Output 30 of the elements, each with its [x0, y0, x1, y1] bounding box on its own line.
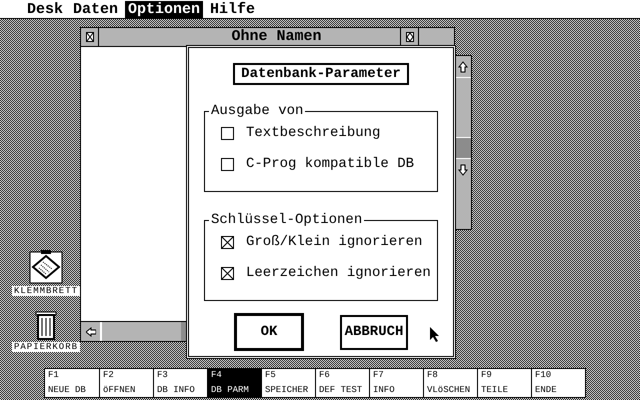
- mouse-pointer-icon: [430, 327, 440, 343]
- checkbox[interactable]: [221, 266, 234, 280]
- dialog-button[interactable]: ABBRUCH: [340, 314, 408, 350]
- group-title: Ausgabe von: [209, 102, 306, 120]
- horizontal-scroll-thumb[interactable]: [101, 322, 181, 341]
- checkbox[interactable]: [221, 158, 234, 170]
- option-label: Groß/Klein ignorieren: [246, 233, 422, 251]
- arrow-up-icon: [458, 60, 468, 72]
- trash-icon[interactable]: [35, 310, 57, 340]
- close-icon: [86, 32, 94, 42]
- vertical-scroll-thumb[interactable]: [455, 138, 471, 158]
- option-label: C-Prog kompatible DB: [246, 155, 414, 173]
- dialog-title: Datenbank-Parameter: [233, 63, 409, 85]
- fuller-button[interactable]: [400, 27, 419, 46]
- menu-item[interactable]: Optionen: [125, 1, 204, 18]
- diamond-icon: [406, 32, 414, 42]
- arrow-down-icon: [458, 164, 468, 176]
- scroll-left-button[interactable]: [81, 322, 101, 341]
- arrow-left-icon: [86, 326, 96, 338]
- option-label: Leerzeichen ignorieren: [246, 264, 431, 282]
- checkbox[interactable]: [221, 126, 234, 140]
- checkbox[interactable]: [221, 236, 234, 248]
- option-label: Textbeschreibung: [246, 124, 380, 142]
- group-title: Schlüssel-Optionen: [209, 211, 364, 229]
- window-title: Ohne Namen: [231, 26, 322, 47]
- icon-label[interactable]: KLEMMBRETT: [12, 286, 80, 296]
- clipboard-icon[interactable]: [29, 250, 63, 284]
- icon-label[interactable]: PAPIERKORB: [12, 342, 80, 352]
- dialog-button[interactable]: OK: [234, 313, 304, 351]
- function-key[interactable]: F4 DB PARM: [207, 369, 261, 397]
